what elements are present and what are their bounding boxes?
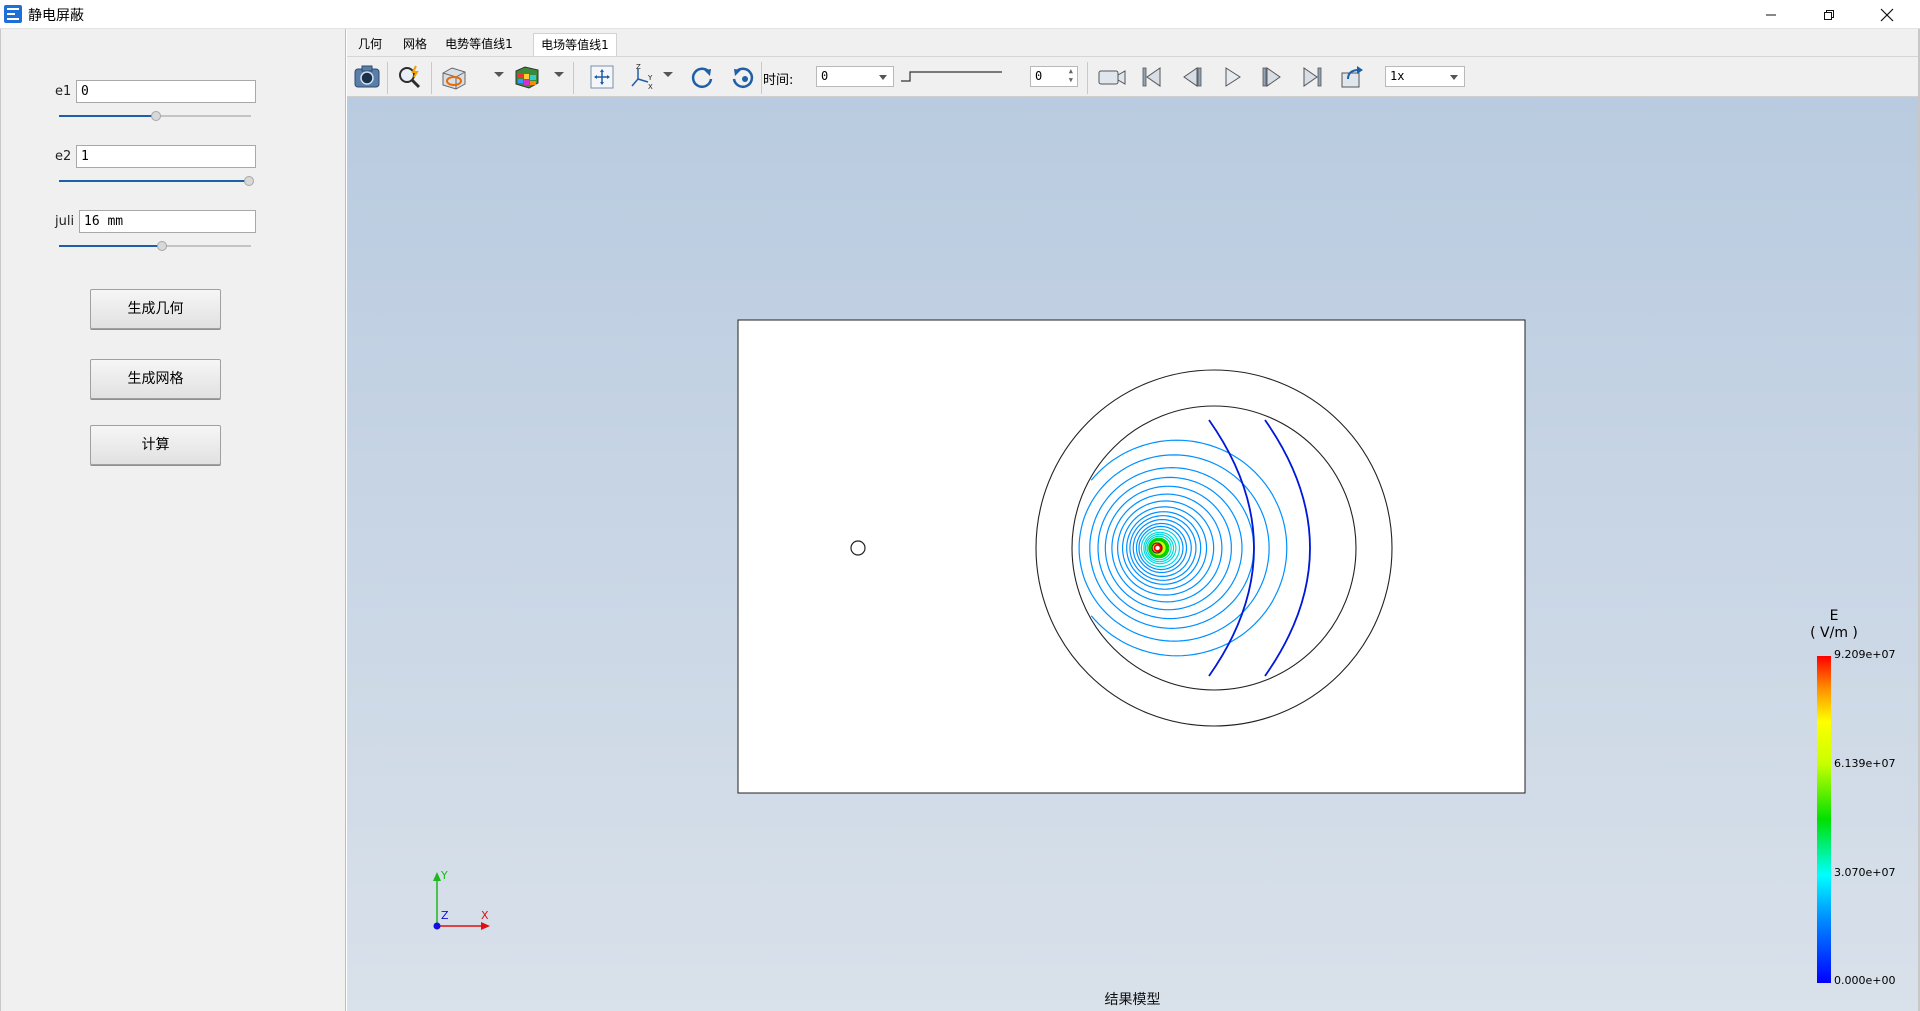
fit-view-button[interactable] <box>587 62 617 92</box>
zoom-icon <box>399 65 421 89</box>
time-label: 时间: <box>763 73 794 88</box>
triad-y-label: Y <box>440 869 448 882</box>
rotate-ccw-button[interactable] <box>728 62 758 92</box>
viewport-caption: 结果模型 <box>1104 992 1161 1008</box>
e2-slider-fill <box>59 180 249 182</box>
screenshot-button[interactable] <box>352 62 382 92</box>
axis-view-button[interactable]: Z Y X <box>627 62 657 92</box>
zoom-button[interactable] <box>395 62 425 92</box>
window-title: 静电屏蔽 <box>28 8 84 24</box>
rotate-cw-icon <box>691 67 713 88</box>
juli-field[interactable] <box>79 210 256 233</box>
svg-text:X: X <box>648 83 653 91</box>
minimize-icon <box>1766 14 1776 15</box>
screenshot-icon <box>354 65 380 88</box>
time-select[interactable]: 0 <box>816 66 894 87</box>
compute-button[interactable]: 计算 <box>90 425 221 465</box>
generate-geometry-button[interactable]: 生成几何 <box>90 289 221 329</box>
legend-min: 0.000e+00 <box>1834 974 1895 987</box>
legend-mid-low: 3.070e+07 <box>1834 866 1895 879</box>
e1-slider-fill <box>59 115 155 117</box>
prev-frame-button[interactable] <box>1177 62 1207 92</box>
triad-z-label: Z <box>441 909 449 922</box>
tab-geometry[interactable]: 几何 <box>350 33 390 56</box>
tab-field-contour[interactable]: 电场等值线1 <box>533 33 617 56</box>
clip-icon <box>442 67 466 90</box>
next-frame-icon <box>1262 67 1281 87</box>
prev-frame-icon <box>1183 67 1202 87</box>
time-slider[interactable] <box>900 69 1002 83</box>
chevron-down-icon <box>1450 75 1458 80</box>
export-icon <box>1341 66 1363 88</box>
toolbar-separator <box>761 62 762 94</box>
export-button[interactable] <box>1337 62 1367 92</box>
toolbar: Z Y X 时间: 0 0 ▲ ▼ 1x <box>347 56 1920 97</box>
legend-mid-high: 6.139e+07 <box>1834 757 1895 770</box>
legend-unit: ( V/m ) <box>1810 625 1858 641</box>
toolbar-separator <box>431 62 432 94</box>
axis-triad: Y X Z <box>433 869 490 930</box>
last-frame-button[interactable] <box>1297 62 1327 92</box>
colorbar <box>1817 656 1831 983</box>
restore-icon <box>1824 9 1834 20</box>
title-bar: 静电屏蔽 <box>0 0 1920 29</box>
triad-x-label: X <box>481 909 489 922</box>
axis-view-dropdown[interactable] <box>663 72 673 77</box>
app-icon <box>4 5 22 23</box>
color-legend: E ( V/m ) 9.209e+07 6.139e+07 3.070e+07 … <box>1810 608 1895 987</box>
play-button[interactable] <box>1217 62 1247 92</box>
step-spinbox[interactable]: 0 ▲ ▼ <box>1030 66 1078 87</box>
e1-field[interactable] <box>76 80 256 103</box>
e2-field[interactable] <box>76 145 256 168</box>
record-button[interactable] <box>1097 62 1127 92</box>
param-label-e2: e2 <box>55 149 72 164</box>
param-label-juli: juli <box>55 214 75 229</box>
tab-potential-contour[interactable]: 电势等值线1 <box>439 33 519 56</box>
toolbar-separator <box>1087 62 1088 94</box>
fit-view-icon <box>590 65 614 89</box>
last-frame-icon <box>1303 67 1322 87</box>
view-tabs: 几何 网格 电势等值线1 电场等值线1 <box>347 29 1920 56</box>
juli-slider-handle[interactable] <box>157 241 167 251</box>
e2-slider-handle[interactable] <box>244 176 254 186</box>
rotate-ccw-icon <box>732 67 754 88</box>
result-viewport[interactable]: Y X Z E ( V/m ) 9.209e+07 6.139e+07 3.07… <box>347 97 1918 1011</box>
axis-view-icon: Z Y X <box>631 63 653 91</box>
speed-select-value: 1x <box>1390 69 1405 83</box>
next-frame-button[interactable] <box>1257 62 1287 92</box>
rotate-cw-button[interactable] <box>687 62 717 92</box>
restore-button[interactable] <box>1800 0 1858 29</box>
svg-text:Y: Y <box>647 74 653 82</box>
first-frame-icon <box>1142 67 1161 87</box>
close-button[interactable] <box>1858 0 1916 29</box>
play-icon <box>1225 67 1241 87</box>
render-mode-button[interactable] <box>512 62 542 92</box>
render-mode-icon <box>515 66 539 89</box>
legend-max: 9.209e+07 <box>1834 648 1895 661</box>
juli-slider-fill <box>59 245 161 247</box>
record-icon <box>1098 70 1126 85</box>
spin-arrows-icon: ▲ ▼ <box>1068 67 1073 84</box>
result-scene: Y X Z E ( V/m ) 9.209e+07 6.139e+07 3.07… <box>433 319 1895 987</box>
parameter-panel: e1 e2 juli 生成几何 生成网格 计算 <box>0 29 346 1011</box>
generate-mesh-button[interactable]: 生成网格 <box>90 359 221 399</box>
toolbar-separator <box>573 62 574 94</box>
first-frame-button[interactable] <box>1137 62 1167 92</box>
time-select-value: 0 <box>821 69 829 83</box>
minimize-button[interactable] <box>1742 0 1800 29</box>
step-spinbox-value: 0 <box>1035 69 1043 83</box>
toolbar-separator <box>387 62 388 94</box>
close-icon <box>1880 8 1894 21</box>
clip-dropdown[interactable] <box>494 72 504 77</box>
tab-mesh[interactable]: 网格 <box>395 33 435 56</box>
param-label-e1: e1 <box>55 84 72 99</box>
speed-select[interactable]: 1x <box>1385 66 1465 87</box>
legend-title: E <box>1830 608 1839 624</box>
clip-button[interactable] <box>439 62 469 92</box>
render-mode-dropdown[interactable] <box>554 72 564 77</box>
chevron-down-icon <box>879 75 887 80</box>
e1-slider-handle[interactable] <box>151 111 161 121</box>
svg-text:Z: Z <box>636 63 641 71</box>
